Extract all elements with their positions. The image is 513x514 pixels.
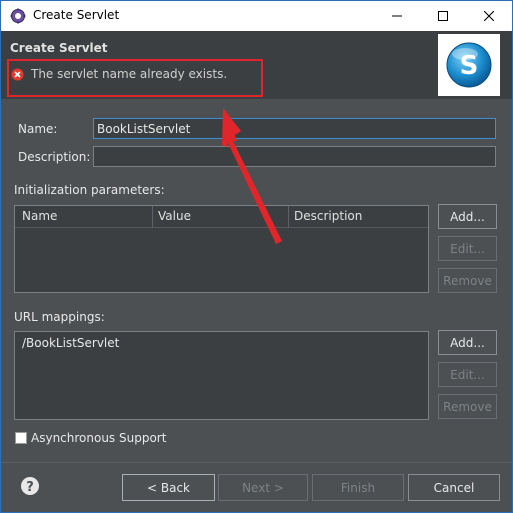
url-mappings-remove-button[interactable]: Remove [438,394,497,419]
url-mappings-edit-button[interactable]: Edit... [438,362,497,387]
url-mappings-label: URL mappings: [14,310,105,324]
error-highlight-box [7,59,263,97]
svg-text:?: ? [26,480,34,495]
cancel-button[interactable]: Cancel [408,474,500,501]
url-mappings-add-button[interactable]: Add... [438,330,497,355]
name-input[interactable] [93,118,496,139]
init-params-add-button[interactable]: Add... [438,204,497,229]
next-button[interactable]: Next > [218,474,308,501]
init-params-table-header: Name Value Description [15,206,428,228]
eclipse-gear-icon [10,8,26,24]
create-servlet-dialog: Create Servlet Create Servlet The servle… [0,0,513,513]
async-support-label[interactable]: Asynchronous Support [31,431,166,445]
help-icon[interactable]: ? [20,476,40,496]
back-button[interactable]: < Back [122,474,215,501]
window-title: Create Servlet [33,8,120,22]
column-header-name[interactable]: Name [22,209,57,223]
url-mappings-list[interactable]: /BookListServlet [14,331,429,420]
column-divider[interactable] [152,206,153,228]
description-label: Description: [18,150,91,164]
maximize-button[interactable] [420,1,466,31]
wizard-page-title: Create Servlet [10,41,108,55]
column-divider[interactable] [288,206,289,228]
footer-divider [1,462,512,463]
minimize-button[interactable] [374,1,420,31]
servlet-logo-icon: S [446,42,492,88]
column-header-value[interactable]: Value [158,209,191,223]
servlet-banner-image: S [438,34,500,96]
close-button[interactable] [466,1,512,31]
title-bar[interactable]: Create Servlet [1,1,512,31]
name-label: Name: [18,122,58,136]
async-support-checkbox[interactable] [15,432,27,444]
init-params-label: Initialization parameters: [14,183,165,197]
list-item[interactable]: /BookListServlet [22,336,119,350]
finish-button[interactable]: Finish [312,474,404,501]
minimize-icon [392,15,402,17]
column-header-description[interactable]: Description [294,209,362,223]
init-params-remove-button[interactable]: Remove [438,268,497,293]
init-params-edit-button[interactable]: Edit... [438,236,497,261]
servlet-logo-letter: S [460,51,479,81]
close-icon [484,11,494,21]
maximize-icon [438,11,448,21]
description-input[interactable] [93,146,496,167]
init-params-table[interactable]: Name Value Description [14,205,429,293]
